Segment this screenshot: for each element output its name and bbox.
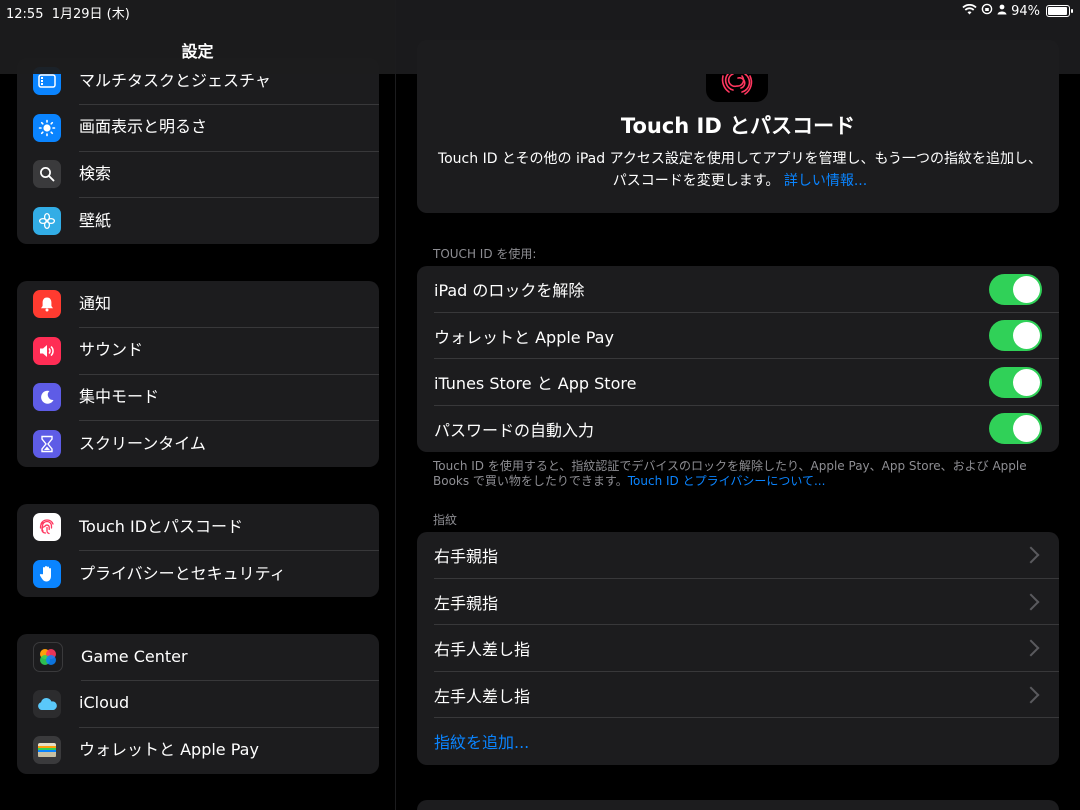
password-autofill-toggle[interactable]: [989, 413, 1042, 445]
row-label: 右手親指: [434, 547, 499, 567]
sidebar-item-display-brightness[interactable]: 画面表示と明るさ: [17, 105, 379, 152]
sidebar-item-label: 壁紙: [79, 210, 112, 230]
sidebar-item-label: iCloud: [79, 680, 379, 728]
sidebar-group-display: マルチタスクとジェスチャ 画面表示と明るさ 検索 壁紙: [17, 58, 379, 244]
next-section-card: [417, 800, 1059, 810]
fingerprint-row-right-thumb[interactable]: 右手親指: [417, 532, 1059, 579]
row-label: iPad のロックを解除: [434, 281, 585, 301]
sidebar-item-screen-time[interactable]: スクリーンタイム: [17, 421, 379, 468]
hourglass-icon: [33, 429, 61, 458]
learn-more-link[interactable]: 詳しい情報...: [784, 173, 867, 189]
game-center-icon: [33, 642, 63, 673]
sidebar-item-sound[interactable]: サウンド: [17, 328, 379, 375]
itunes-app-store-toggle[interactable]: [989, 366, 1042, 398]
sidebar-item-label: ウォレットと Apple Pay: [79, 740, 259, 759]
fingerprint-icon: [706, 74, 768, 102]
fingerprints-card: 右手親指 左手親指 右手人差し指 左手人差し指 指紋を追加...: [417, 532, 1059, 765]
row-label: iTunes Store と App Store: [434, 374, 637, 394]
fingerprint-row-right-index[interactable]: 右手人差し指: [417, 625, 1059, 672]
wallpaper-icon: [33, 206, 61, 235]
sidebar-item-notifications[interactable]: 通知: [17, 281, 379, 328]
row-label: 左手人差し指: [434, 686, 531, 706]
fingerprint-row-left-thumb[interactable]: 左手親指: [417, 579, 1059, 626]
sidebar-item-focus[interactable]: 集中モード: [17, 374, 379, 421]
wifi-icon: [962, 3, 977, 19]
wallet-icon: [33, 736, 61, 765]
sidebar-item-label: 画面表示と明るさ: [79, 104, 379, 152]
use-touch-id-card: iPad のロックを解除 ウォレットと Apple Pay iTunes Sto…: [417, 266, 1059, 452]
row-label: ウォレットと Apple Pay: [434, 327, 614, 347]
page-title: Touch ID とパスコード: [620, 114, 856, 138]
fingerprints-header: 指紋: [433, 513, 458, 527]
chevron-right-icon: [1022, 639, 1040, 657]
use-touch-id-header: TOUCH ID を使用:: [433, 247, 537, 261]
unlock-ipad-row: iPad のロックを解除: [417, 266, 1059, 313]
toggle-knob: [1013, 275, 1040, 303]
touch-id-footer-note: Touch ID を使用すると、指紋認証でデバイスのロックを解除したり、Appl…: [433, 459, 1033, 489]
sidebar-item-wallpaper[interactable]: 壁紙: [17, 198, 379, 245]
status-date: 1月29日 (木): [51, 7, 130, 22]
battery-icon: [1046, 5, 1073, 17]
sidebar-item-label: Game Center: [81, 634, 379, 681]
add-fingerprint-button[interactable]: 指紋を追加...: [417, 718, 1059, 765]
settings-sidebar: 設定 マルチタスクとジェスチャ 画面表示と明るさ 検索 壁紙 通知 サウンド 集…: [0, 0, 396, 810]
battery-fill: [1048, 7, 1067, 15]
sidebar-item-label: 通知: [79, 281, 379, 328]
hero-description-text: Touch ID とその他の iPad アクセス設定を使用してアプリを管理し、も…: [437, 151, 1043, 189]
rotation-lock-icon: [981, 3, 993, 19]
battery-percent: 94%: [1011, 3, 1040, 19]
itunes-app-store-row: iTunes Store と App Store: [417, 359, 1059, 406]
sidebar-group-security: Touch IDとパスコード プライバシーとセキュリティ: [17, 504, 379, 597]
sidebar-item-label: スクリーンタイム: [79, 433, 206, 453]
toggle-knob: [1013, 368, 1040, 396]
sidebar-group-notifications: 通知 サウンド 集中モード スクリーンタイム: [17, 281, 379, 467]
fingerprint-icon: [33, 513, 61, 542]
row-label: 右手人差し指: [434, 640, 531, 660]
sidebar-item-wallet[interactable]: ウォレットと Apple Pay: [17, 727, 379, 774]
cloud-icon: [33, 689, 61, 718]
fingerprint-row-left-index[interactable]: 左手人差し指: [417, 672, 1059, 719]
brightness-icon: [33, 113, 61, 142]
person-icon: [997, 4, 1007, 19]
moon-icon: [33, 383, 61, 412]
sidebar-item-privacy[interactable]: プライバシーとセキュリティ: [17, 551, 379, 598]
sidebar-group-accounts: Game Center iCloud ウォレットと Apple Pay: [17, 634, 379, 774]
row-label: パスワードの自動入力: [434, 420, 595, 440]
sidebar-item-icloud[interactable]: iCloud: [17, 681, 379, 728]
sidebar-item-label: Touch IDとパスコード: [79, 504, 379, 551]
toggle-knob: [1013, 322, 1040, 350]
toggle-knob: [1013, 415, 1040, 443]
status-right: 94%: [962, 3, 1073, 19]
sidebar-item-touch-id[interactable]: Touch IDとパスコード: [17, 504, 379, 551]
status-bar: 12:55 1月29日 (木) 94%: [0, 0, 1080, 22]
sidebar-item-label: 集中モード: [79, 374, 379, 421]
status-time: 12:55 1月29日 (木): [6, 7, 130, 22]
sidebar-item-search[interactable]: 検索: [17, 151, 379, 198]
hand-icon: [33, 559, 61, 588]
search-icon: [33, 160, 61, 189]
privacy-link[interactable]: Touch ID とプライバシーについて...: [628, 474, 826, 488]
unlock-ipad-toggle[interactable]: [989, 273, 1042, 305]
sidebar-item-label: 検索: [79, 151, 379, 198]
notification-icon: [33, 290, 61, 319]
chevron-right-icon: [1022, 686, 1040, 704]
hero-description: Touch ID とその他の iPad アクセス設定を使用してアプリを管理し、も…: [435, 148, 1045, 192]
sidebar-title: 設定: [181, 42, 214, 61]
wallet-apple-pay-row: ウォレットと Apple Pay: [417, 313, 1059, 360]
wallet-apple-pay-toggle[interactable]: [989, 320, 1042, 352]
sidebar-item-label: サウンド: [79, 327, 379, 375]
sidebar-item-label: プライバシーとセキュリティ: [79, 563, 286, 583]
password-autofill-row: パスワードの自動入力: [417, 406, 1059, 453]
chevron-right-icon: [1022, 593, 1040, 611]
sound-icon: [33, 336, 61, 365]
chevron-right-icon: [1022, 546, 1040, 564]
touch-id-settings-panel: Touch ID とパスコード Touch ID とその他の iPad アクセス…: [396, 0, 1080, 810]
sidebar-item-game-center[interactable]: Game Center: [17, 634, 379, 681]
add-fingerprint-label: 指紋を追加...: [434, 733, 530, 753]
row-label: 左手親指: [434, 593, 499, 613]
